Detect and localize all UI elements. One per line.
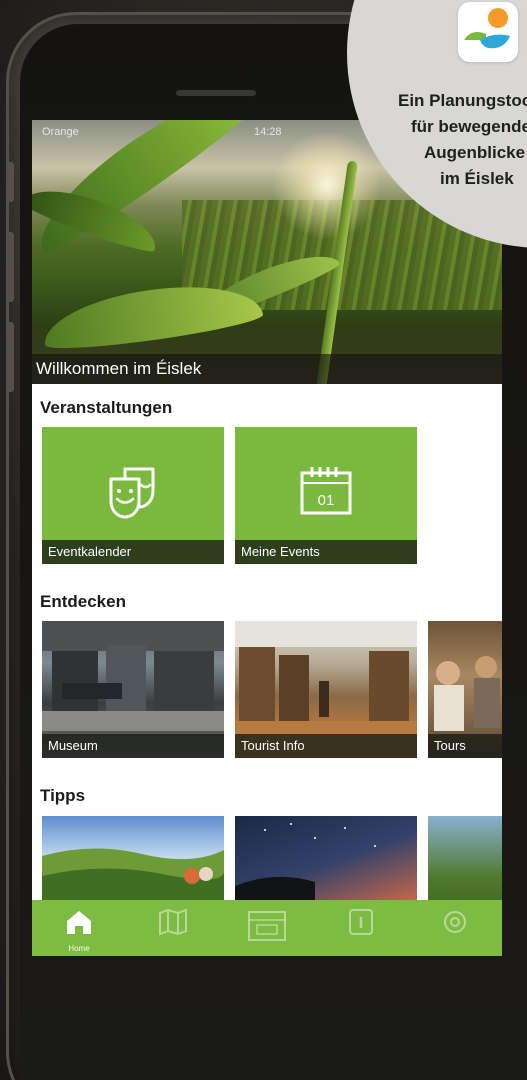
mute-switch [6, 162, 14, 202]
section-title-tips: Tipps [40, 786, 86, 805]
settings-icon [444, 911, 466, 933]
tile-eventkalender[interactable]: Eventkalender [42, 427, 224, 564]
promo-line: Augenblicke [424, 143, 526, 162]
tab-calendar[interactable] [220, 900, 314, 956]
hero-sun [272, 130, 382, 240]
carrier-label: Orange [42, 126, 79, 138]
tile-museum[interactable]: Museum [42, 621, 224, 758]
info-icon [349, 909, 373, 935]
tile-tours[interactable]: Tours [428, 621, 502, 758]
tile-label: Meine Events [235, 540, 417, 564]
night-sky-photo [235, 823, 376, 900]
volume-down-button [6, 322, 14, 392]
clock: 14:28 [254, 126, 282, 138]
tab-settings[interactable] [408, 900, 502, 956]
brand-logo-icon [464, 8, 510, 49]
map-icon [159, 908, 187, 936]
volume-up-button [6, 232, 14, 302]
valley-photo [42, 848, 224, 900]
promo-tagline: Ein Planungstool für bewegende Augenblic… [398, 88, 527, 192]
tab-home[interactable]: Home [32, 900, 126, 956]
brand-logo [458, 2, 518, 62]
bottom-tab-bar: Home [32, 900, 502, 956]
tile-tourist-info[interactable]: Tourist Info [235, 621, 417, 758]
section-title-events: Veranstaltungen [40, 398, 173, 417]
calendar-icon [248, 911, 286, 941]
tile-label: Museum [42, 734, 224, 758]
calendar-icon-day: 01 [318, 492, 335, 509]
promo-line: Ein Planungstool [398, 91, 527, 110]
tab-info[interactable] [314, 900, 408, 956]
tile-label: Tours [428, 734, 502, 758]
promo-stage: Orange 14:28 Willkommen im Éislek Verans… [0, 0, 527, 1080]
hero-caption: Willkommen im Éislek [32, 354, 502, 384]
promo-line: für bewegende [411, 117, 527, 136]
app-screen: Orange 14:28 Willkommen im Éislek Verans… [32, 120, 502, 956]
tile-meine-events[interactable]: 01 Meine Events [235, 427, 417, 564]
tile-label: Eventkalender [42, 540, 224, 564]
phone-speaker [176, 90, 256, 96]
tab-map[interactable] [126, 900, 220, 956]
section-title-discover: Entdecken [40, 592, 126, 611]
calendar-icon: 01 [300, 467, 352, 515]
tile-label: Tourist Info [235, 734, 417, 758]
theater-masks-icon [109, 467, 155, 519]
tab-label: Home [68, 944, 90, 953]
home-icon [67, 911, 91, 934]
promo-line: im Éislek [440, 169, 514, 188]
